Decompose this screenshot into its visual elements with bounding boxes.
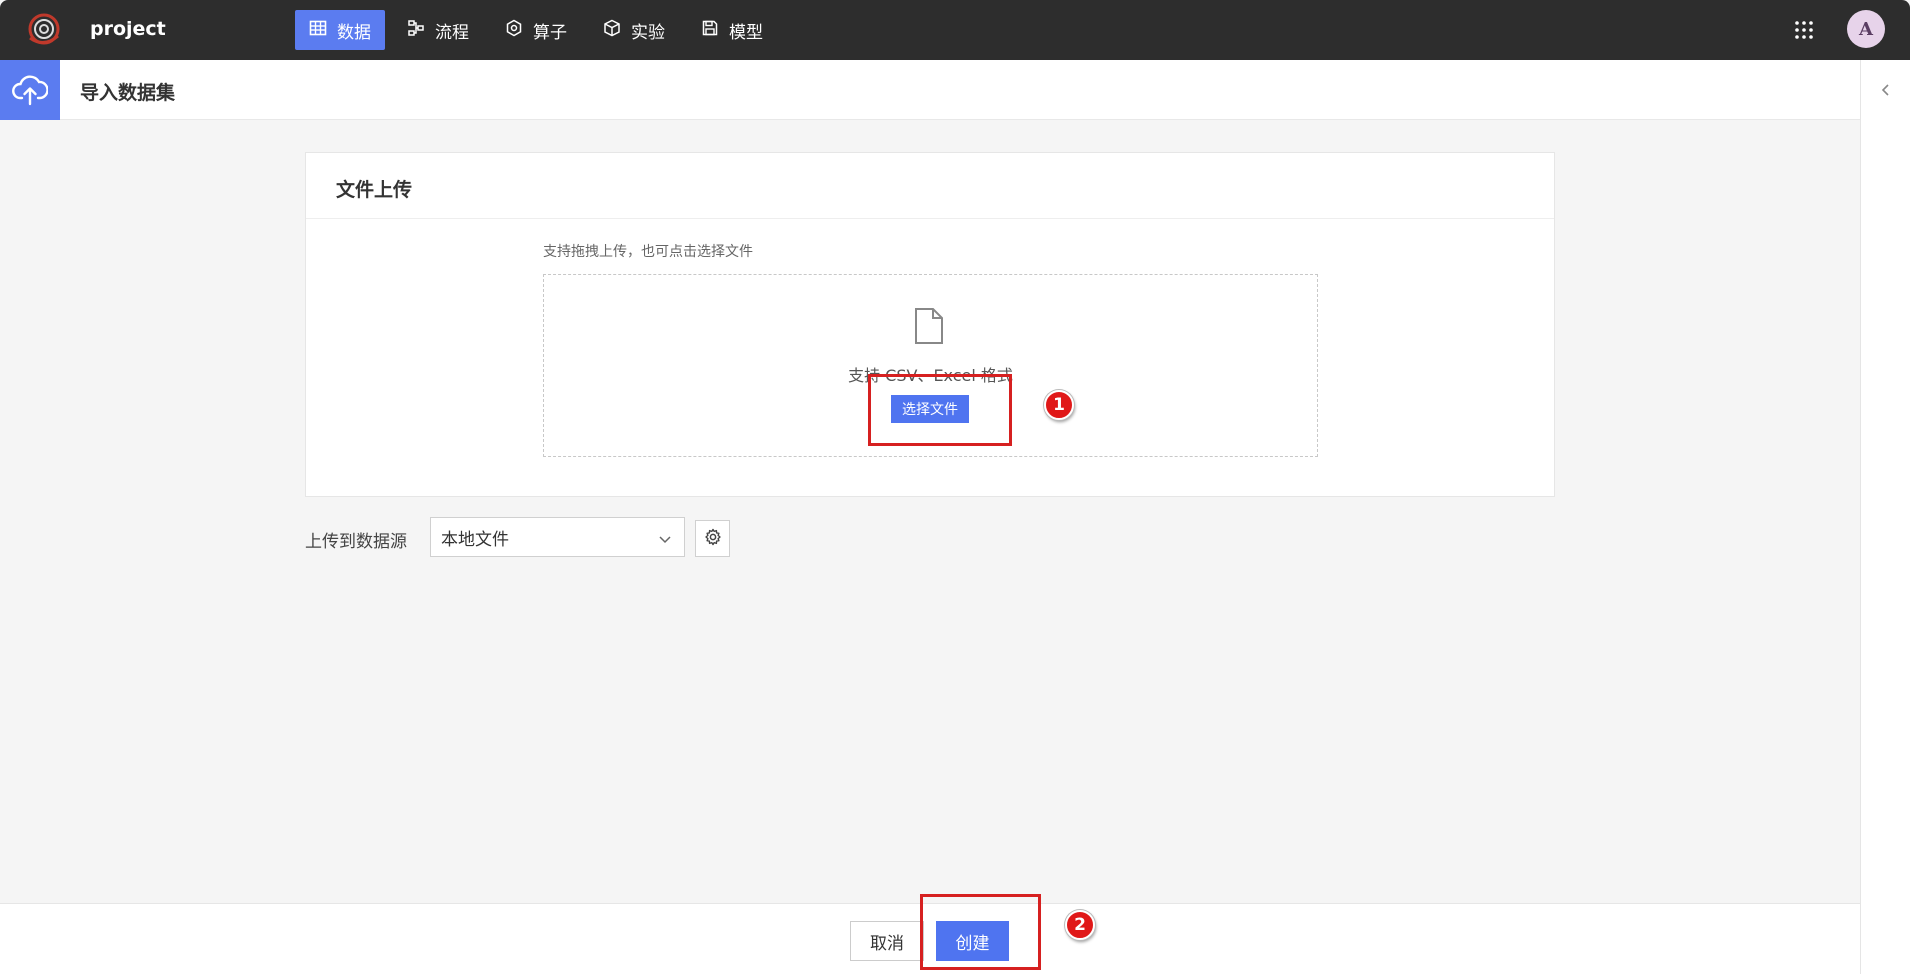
cloud-upload-icon [0,60,60,120]
divider [306,218,1554,219]
datasource-selected-value: 本地文件 [441,529,509,550]
nav-item-label: 实验 [631,22,665,43]
card-title: 文件上传 [336,179,413,201]
cube-icon [603,19,621,42]
main-nav: 数据 流程 算子 实验 模型 [295,10,777,50]
gear-icon [704,528,722,550]
annotation-marker-1: 1 [1044,390,1074,420]
page-title: 导入数据集 [80,82,176,104]
nav-item-label: 流程 [435,22,469,43]
cancel-button[interactable]: 取消 [850,921,924,961]
datasource-label: 上传到数据源 [305,532,407,552]
table-icon [309,19,327,42]
nav-item-model[interactable]: 模型 [687,10,777,50]
nav-item-operator[interactable]: 算子 [491,10,581,50]
chevron-left-icon[interactable] [1879,82,1893,96]
nav-item-label: 模型 [729,22,763,43]
save-icon [701,19,719,42]
avatar[interactable]: A [1847,10,1885,48]
hexagon-icon [505,19,523,42]
nav-item-label: 算子 [533,22,567,43]
nav-item-experiment[interactable]: 实验 [589,10,679,50]
right-side-panel [1860,60,1910,974]
apps-grid-icon[interactable] [1794,20,1814,40]
chevron-down-icon [658,531,672,545]
page-header: 导入数据集 [0,60,1860,120]
upload-hint: 支持拖拽上传，也可点击选择文件 [543,244,753,260]
datasource-select[interactable]: 本地文件 [430,517,685,557]
app-logo-icon[interactable] [24,12,64,48]
nav-item-label: 数据 [337,22,371,43]
annotation-highlight-box [920,894,1041,970]
flow-icon [407,19,425,42]
file-icon [913,307,945,345]
app-name: project [90,18,166,40]
datasource-settings-button[interactable] [695,520,730,557]
nav-item-flow[interactable]: 流程 [393,10,483,50]
annotation-marker-2: 2 [1065,910,1095,940]
annotation-highlight-box [868,374,1012,446]
top-bar: project 数据 流程 算子 实验 模型 A [0,0,1910,60]
nav-item-data[interactable]: 数据 [295,10,385,50]
